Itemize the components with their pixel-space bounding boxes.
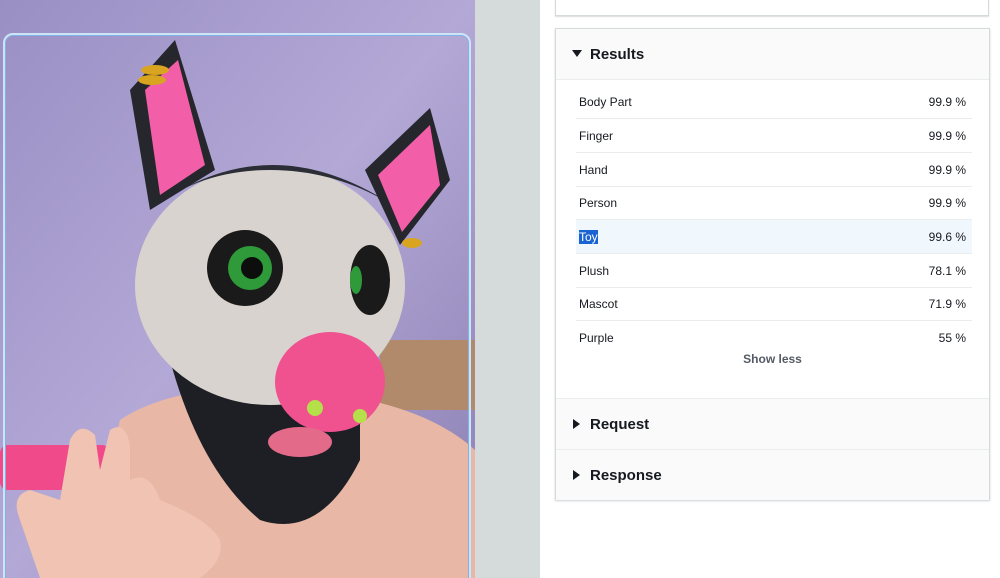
caret-down-icon [572, 49, 582, 59]
label-name: Plush [579, 263, 610, 278]
results-list: Body Part 99.9 % Finger 99.9 % Hand 99.9… [556, 80, 989, 398]
label-confidence: 78.1 % [928, 263, 966, 278]
label-confidence: 99.9 % [928, 195, 966, 210]
list-item: Finger 99.9 % [576, 119, 972, 153]
selected-text: Toy [579, 229, 598, 244]
detection-bounding-box [3, 33, 471, 578]
label-name: Toy [576, 229, 598, 244]
output-card: Results Body Part 99.9 % Finger 99.9 % H… [555, 28, 990, 500]
previous-panel-edge [555, 0, 989, 16]
label-confidence: 71.9 % [928, 296, 966, 311]
list-item: Mascot 71.9 % [576, 287, 972, 321]
label-name: Purple [579, 330, 614, 345]
response-title: Response [590, 466, 662, 484]
list-item: Person 99.9 % [576, 186, 972, 220]
list-item: Body Part 99.9 % [576, 85, 972, 119]
results-pane: Results Body Part 99.9 % Finger 99.9 % H… [540, 0, 1000, 578]
panel-divider [475, 0, 540, 578]
label-confidence: 99.9 % [928, 94, 966, 109]
list-item: Plush 78.1 % [576, 254, 972, 288]
analyzed-image-panel [0, 0, 475, 578]
response-section-header[interactable]: Response [556, 450, 989, 500]
label-name: Hand [579, 162, 608, 177]
label-confidence: 99.9 % [928, 162, 966, 177]
label-name: Person [579, 195, 618, 210]
list-item: Hand 99.9 % [576, 153, 972, 187]
label-confidence: 99.9 % [928, 128, 966, 143]
request-section-header[interactable]: Request [556, 398, 989, 450]
results-section-header[interactable]: Results [556, 29, 989, 80]
show-less-link[interactable]: Show less [556, 352, 989, 366]
label-confidence: 55 % [938, 330, 966, 345]
list-item-selected[interactable]: Toy 99.6 % [576, 220, 972, 254]
caret-right-icon [572, 419, 582, 429]
label-name: Finger [579, 128, 614, 143]
caret-right-icon [572, 470, 582, 480]
label-name: Body Part [579, 94, 632, 109]
results-title: Results [590, 45, 645, 63]
label-name: Mascot [579, 296, 618, 311]
request-title: Request [590, 415, 650, 433]
label-confidence: 99.6 % [928, 229, 966, 244]
list-item: Purple 55 % [576, 321, 972, 354]
